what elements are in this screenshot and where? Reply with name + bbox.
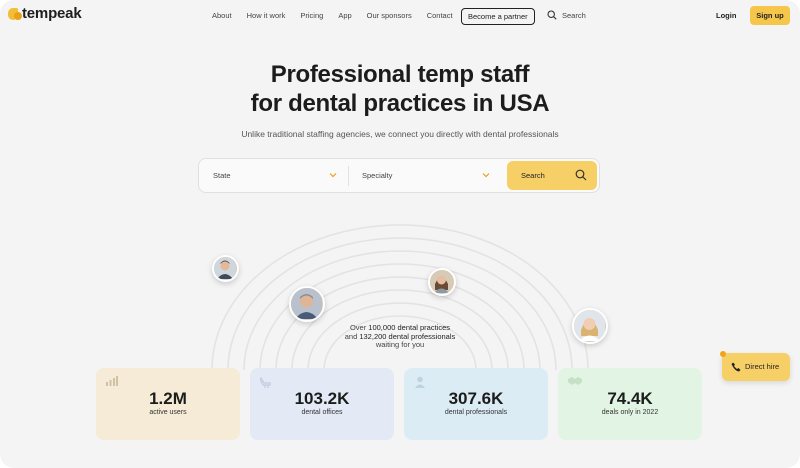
logo[interactable]: tempeak	[8, 5, 82, 22]
nav-links: About How it work Pricing App Our sponso…	[212, 11, 468, 20]
stat-value: 74.4K	[607, 389, 653, 408]
avatar	[289, 286, 325, 322]
stat-card-dental-professionals: 307.6K dental professionals	[404, 368, 548, 440]
search-icon	[575, 169, 587, 181]
search-icon	[547, 10, 557, 20]
nav-link-app[interactable]: App	[338, 11, 351, 20]
nav-search-label: Search	[562, 10, 586, 20]
chart-icon	[106, 376, 118, 386]
person-icon	[415, 376, 425, 388]
hero-title: Professional temp staff for dental pract…	[0, 60, 800, 118]
search-bar: State Specialty Search	[198, 158, 600, 193]
nav-link-how-it-work[interactable]: How it work	[247, 11, 286, 20]
stat-label: dental offices	[301, 409, 343, 416]
tagline-suffix: waiting for you	[375, 340, 425, 349]
page: tempeak About How it work Pricing App Ou…	[0, 0, 800, 468]
search-divider	[348, 166, 349, 186]
logo-icon	[8, 6, 22, 22]
signup-button[interactable]: Sign up	[750, 6, 790, 25]
person-photo-icon	[291, 288, 322, 319]
search-submit-button[interactable]: Search	[507, 161, 597, 190]
logo-text: tempeak	[22, 5, 82, 22]
avatar	[428, 268, 456, 296]
chevron-down-icon	[482, 173, 490, 178]
avatar	[212, 255, 239, 282]
nav-search-button[interactable]: Search	[547, 10, 586, 20]
direct-hire-label: Direct hire	[745, 362, 780, 371]
handshake-icon	[568, 377, 582, 385]
direct-hire-button[interactable]: Direct hire	[720, 351, 790, 381]
tagline-and: and	[344, 331, 360, 341]
nav-link-our-sponsors[interactable]: Our sponsors	[367, 11, 412, 20]
top-nav: tempeak About How it work Pricing App Ou…	[0, 0, 800, 34]
hero-title-line-1: Professional temp staff	[270, 61, 530, 88]
notification-dot	[720, 351, 726, 357]
phone-icon	[731, 362, 741, 372]
stat-card-active-users: 1.2M active users	[96, 368, 240, 440]
stat-value: 1.2M	[149, 389, 187, 408]
stat-label: dental professionals	[444, 409, 508, 416]
stat-value: 307.6K	[448, 389, 504, 408]
state-select-label: State	[213, 171, 231, 180]
person-photo-icon	[430, 270, 453, 293]
dental-chair-icon	[260, 377, 271, 388]
stat-card-deals: 74.4K deals only in 2022	[558, 368, 702, 440]
stat-label: deals only in 2022	[601, 409, 659, 416]
stat-card-dental-offices: 103.2K dental offices	[250, 368, 394, 440]
login-link[interactable]: Login	[716, 11, 736, 20]
person-photo-icon	[214, 257, 236, 279]
search-submit-label: Search	[521, 171, 545, 180]
chevron-down-icon	[329, 173, 337, 178]
nav-link-about[interactable]: About	[212, 11, 232, 20]
nav-link-pricing[interactable]: Pricing	[300, 11, 323, 20]
become-partner-button[interactable]: Become a partner	[461, 8, 535, 25]
hero-subtitle: Unlike traditional staffing agencies, we…	[241, 129, 559, 139]
specialty-select[interactable]: Specialty	[362, 159, 490, 192]
stat-value: 103.2K	[294, 389, 350, 408]
hero-title-line-2: for dental practices in USA	[250, 90, 550, 117]
nav-link-contact[interactable]: Contact	[427, 11, 453, 20]
specialty-select-label: Specialty	[362, 171, 393, 180]
state-select[interactable]: State	[213, 159, 337, 192]
stat-label: active users	[149, 409, 187, 416]
tagline: Over 100,000 dental practices and 132,20…	[0, 323, 800, 350]
